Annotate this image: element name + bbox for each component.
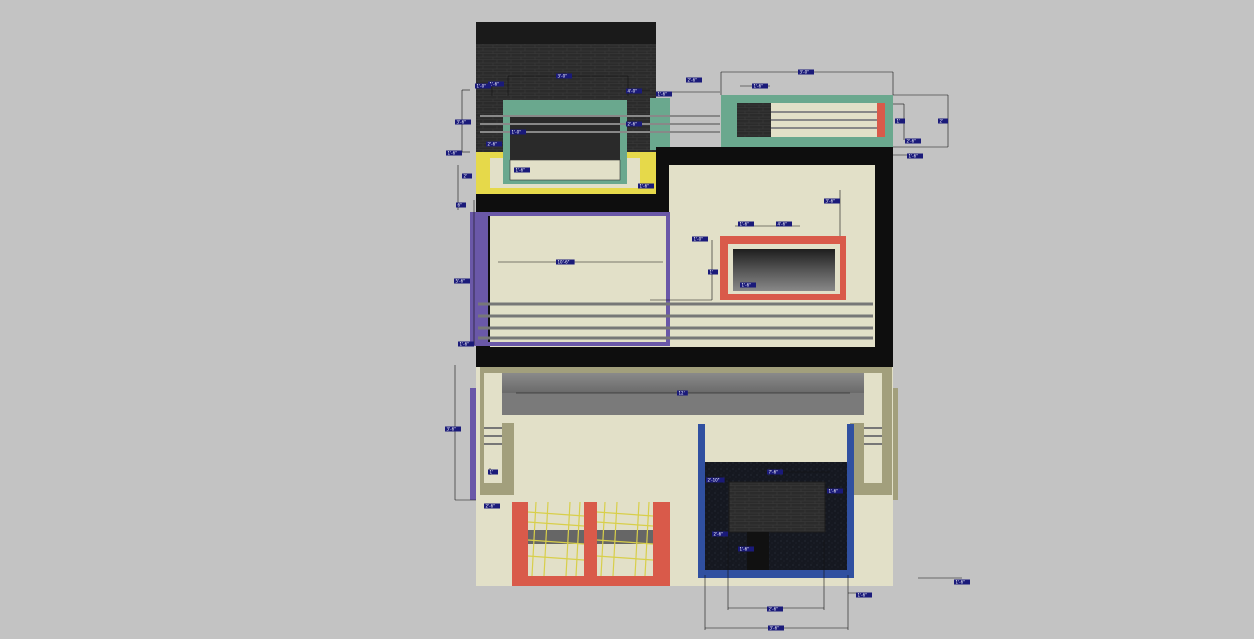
- tower-top-band: [476, 22, 656, 44]
- dimension-label: 6": [456, 202, 466, 208]
- dimension-label: 2'-6": [484, 503, 500, 509]
- khaki-side-right: [893, 388, 898, 500]
- dimension-label: 3'-6": [824, 198, 840, 204]
- dimension-label-text: 3'-6": [447, 427, 457, 432]
- dimension-label: 2': [938, 118, 948, 124]
- dimension-label-text: 2': [464, 174, 468, 179]
- teal-window-left-inner: [510, 116, 620, 160]
- dimension-label-text: 2'-6": [688, 78, 698, 83]
- dimension-label: 1'-6": [856, 592, 872, 598]
- dimension-label: 1'-6": [458, 341, 474, 347]
- dimension-label: 4'-0": [626, 88, 642, 94]
- dimension-label: 1'-6": [740, 282, 756, 288]
- dimension-label-text: 1'-0": [477, 84, 487, 89]
- dimension-label: 1'-6": [738, 221, 754, 227]
- dimension-label: 1'-0": [692, 236, 708, 242]
- elevation-drawing: 3'-6" 1'-6" 1'-0" 2'-6" 1'-6" 1'-0" 2'-6" 3'-0"…: [445, 22, 970, 631]
- dimension-label: 1'-6": [656, 91, 672, 97]
- dimension-label: 3'-6": [455, 119, 471, 125]
- dimension-label: 7'-6": [767, 469, 783, 475]
- dimension-label-text: 2'-6": [769, 607, 779, 612]
- dimension-label: 2'-6": [626, 121, 642, 127]
- dimension-label-text: 3'-0": [800, 70, 810, 75]
- dimension-label-text: 12': [679, 391, 685, 396]
- dimension-label: 2'-6": [712, 531, 728, 537]
- teal-window-right-red: [877, 103, 885, 137]
- dimension-label: 1'-6": [907, 153, 923, 159]
- dimension-label-text: 3'-6": [457, 120, 467, 125]
- dimension-label-text: 2'-6": [486, 504, 496, 509]
- dimension-label-text: 2'-10": [708, 478, 720, 483]
- dimension-label: 1'-6": [738, 546, 754, 552]
- dimension-label: 1': [488, 469, 498, 475]
- dimension-label-text: 1'-6": [516, 168, 526, 173]
- dimension-label-text: 1'-6": [740, 222, 750, 227]
- dimension-label: 5'-6": [454, 278, 470, 284]
- dimension-label-text: 1'-6": [740, 547, 750, 552]
- dimension-label: 2'-6": [686, 77, 702, 83]
- dimension-label: 2'-6": [486, 141, 502, 147]
- dimension-label: 1'-6": [827, 488, 843, 494]
- dimension-label-text: 4'-0": [628, 89, 638, 94]
- dimension-label-text: 1': [897, 119, 901, 124]
- dimension-label-text: 5'-6": [456, 279, 466, 284]
- dimension-label: 3'-0": [798, 69, 814, 75]
- dimension-label-text: 1'-6": [956, 580, 966, 585]
- dimension-label: 3'-0": [556, 73, 572, 79]
- dimension-label: 4'-6": [776, 221, 792, 227]
- dimension-label-text: 1'-6": [742, 283, 752, 288]
- dimension-label: 2'-6": [767, 606, 783, 612]
- dimension-label: 2'-6": [905, 138, 921, 144]
- dimension-label-text: 3'-6": [770, 626, 780, 631]
- dimension-label: 1'-6": [752, 83, 768, 89]
- dimension-label: 1'-0": [475, 83, 491, 89]
- dimension-label: 10'-6": [556, 259, 575, 265]
- dimension-label: 1'-0": [510, 129, 526, 135]
- dimension-label-text: 1'-6": [658, 92, 668, 97]
- dimension-label: 2': [462, 173, 472, 179]
- dimension-label: 1'-6": [954, 579, 970, 585]
- dimension-label-text: 3'-0": [558, 74, 568, 79]
- dimension-label-text: 4'-6": [778, 222, 788, 227]
- dimension-label-text: 2'-6": [628, 122, 638, 127]
- dimension-label-text: 2'-6": [488, 142, 498, 147]
- dimension-label: 3'-6": [768, 625, 784, 631]
- teal-window-right-stone: [737, 103, 771, 137]
- dimension-label-text: 1'-6": [448, 151, 458, 156]
- dimension-label-text: 1'-6": [909, 154, 919, 159]
- dimension-label: 1': [895, 118, 905, 124]
- dimension-label-text: 1': [490, 470, 494, 475]
- dimension-label: 1'-6": [638, 183, 654, 189]
- dimension-label-text: 1'-6": [640, 184, 650, 189]
- dimension-label-text: 7'-6": [769, 470, 779, 475]
- dimension-label: 1'-6": [446, 150, 462, 156]
- dimension-label-text: 3'-6": [826, 199, 836, 204]
- dimension-label-text: 1'-0": [694, 237, 704, 242]
- grey-slab-2: [502, 393, 864, 415]
- dimension-label-text: 2': [940, 119, 944, 124]
- dimension-label: 12': [677, 390, 688, 396]
- dimension-label: 2'-10": [706, 477, 725, 483]
- dimension-label-text: 10'-6": [558, 260, 570, 265]
- purple-band-left: [472, 214, 488, 344]
- dimension-label: 1': [708, 269, 718, 275]
- entrance-window: [728, 481, 826, 533]
- dimension-label-text: 6": [458, 203, 463, 208]
- dimension-label-text: 1'-6": [460, 342, 470, 347]
- dimension-label-text: 1'-0": [512, 130, 522, 135]
- dimension-label-text: 1'-6": [829, 489, 839, 494]
- dimension-label: 3'-6": [445, 426, 461, 432]
- dimension-label-text: 1'-6": [754, 84, 764, 89]
- dimension-label-text: 1'-6": [858, 593, 868, 598]
- dimension-label-text: 1': [710, 270, 714, 275]
- dimension-label-text: 2'-6": [714, 532, 724, 537]
- purple-side-left: [470, 388, 476, 500]
- dimension-label: 1'-6": [514, 167, 530, 173]
- dimension-label-text: 2'-6": [907, 139, 917, 144]
